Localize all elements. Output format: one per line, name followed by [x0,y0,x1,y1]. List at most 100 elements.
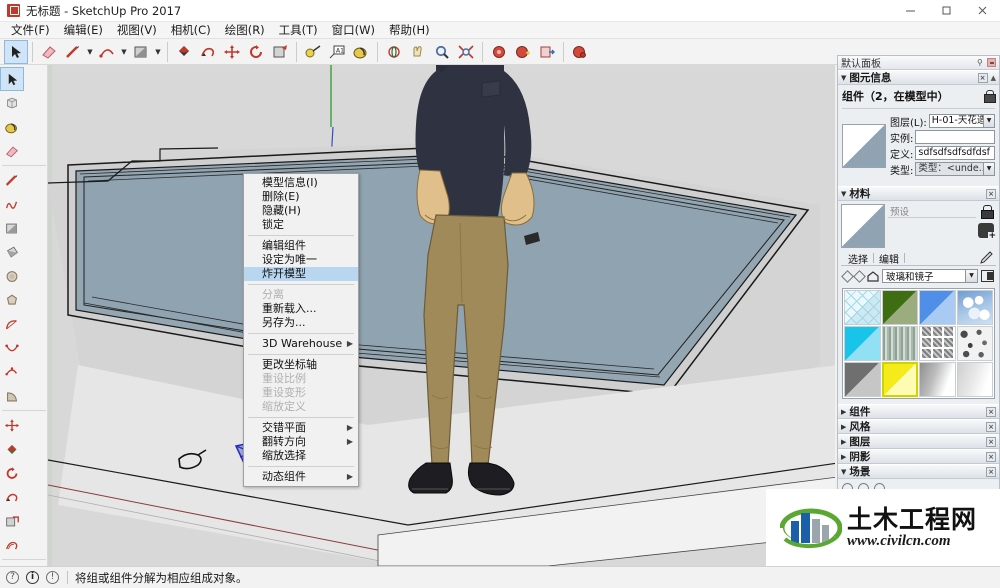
pushpull-tool[interactable] [172,40,196,64]
ctx-change-axes[interactable]: 更改坐标轴 [244,358,358,372]
orbit-tool[interactable] [382,40,406,64]
offset-icon[interactable] [0,533,24,557]
ctx-edit-component[interactable]: 编辑组件 [244,239,358,253]
scale-icon[interactable] [0,509,24,533]
chevron-down-icon[interactable]: ▼ [965,270,977,282]
swatch-cyan-glass[interactable] [844,326,881,361]
move-arrows-icon[interactable] [0,413,24,437]
paint-bucket-tool[interactable] [349,40,373,64]
select-tool[interactable] [4,39,28,64]
hand-pan-icon[interactable] [406,40,430,64]
close-icon[interactable]: × [986,421,996,432]
followme-tool[interactable] [196,40,220,64]
material-name-field[interactable]: 预设 [888,204,976,218]
close-icon[interactable]: × [986,406,996,417]
close-icon[interactable]: × [986,188,996,199]
home-icon[interactable] [867,270,879,282]
arc-tool[interactable] [95,40,119,64]
lock-icon[interactable] [984,90,996,103]
swatch-sky-clouds[interactable] [956,290,993,325]
section-shadows[interactable]: ▶ 阴影 × [838,449,999,464]
create-material-icon[interactable] [978,223,996,241]
ctx-flip-along[interactable]: 翻转方向 ▶ [244,435,358,449]
ctx-reload[interactable]: 重新载入... [244,302,358,316]
arc-icon[interactable] [0,312,24,336]
section-styles[interactable]: ▶ 风格 × [838,419,999,434]
two-point-arc-icon[interactable] [0,336,24,360]
rotated-rectangle-icon[interactable] [0,240,24,264]
scene-icon[interactable] [487,40,511,64]
swatch-silver-mirror[interactable] [919,362,956,397]
warning-circle-icon[interactable]: ! [46,571,59,584]
forward-icon[interactable] [853,269,866,283]
section-entity-info-header[interactable]: ▼ 图元信息 × ▲ [838,70,999,85]
ctx-model-info[interactable]: 模型信息(I) [244,176,358,190]
info-circle-icon[interactable]: i [26,571,39,584]
close-icon[interactable] [987,58,996,67]
rectangle-icon[interactable] [0,216,24,240]
magnifier-icon[interactable] [430,40,454,64]
line-tool[interactable] [61,40,85,64]
close-icon[interactable]: × [986,466,996,477]
swatch-block-glass[interactable] [919,326,956,361]
menu-tools[interactable]: 工具(T) [273,23,324,38]
swatch-grey-mirror[interactable] [844,362,881,397]
menu-help[interactable]: 帮助(H) [383,23,436,38]
rotate-tool[interactable] [244,40,268,64]
swatch-glass-grid[interactable] [844,290,881,325]
ctx-explode[interactable]: 炸开模型 [244,267,358,281]
tab-select[interactable]: 选择 [843,251,873,266]
ctx-lock[interactable]: 锁定 [244,218,358,232]
context-menu[interactable]: 模型信息(I) 删除(E) 隐藏(H) 锁定 编辑组件 设定为唯一 炸开模型 分… [243,173,359,487]
menu-file[interactable]: 文件(F) [5,23,56,38]
menu-draw[interactable]: 绘图(R) [219,23,271,38]
swatch-white-mirror[interactable] [956,362,993,397]
section-materials-header[interactable]: ▼ 材料 × [838,186,999,201]
eraser-tool[interactable] [0,139,24,163]
close-icon[interactable]: × [986,436,996,447]
menu-view[interactable]: 视图(V) [111,23,163,38]
line-tool-dropdown-chevron-down-icon[interactable]: ▼ [85,40,95,64]
warehouse-icon[interactable] [568,40,592,64]
circle-icon[interactable] [0,264,24,288]
rectangle-tool-dropdown-chevron-down-icon[interactable]: ▼ [153,40,163,64]
offset-tool[interactable] [268,40,292,64]
swatch-yellow-glass[interactable] [881,362,918,397]
rotate-icon[interactable] [0,461,24,485]
menu-window[interactable]: 窗口(W) [326,23,381,38]
eyedropper-icon[interactable] [977,251,993,265]
close-icon[interactable] [964,0,1000,22]
rectangle-tool[interactable] [129,40,153,64]
move-arrows-icon[interactable] [220,40,244,64]
chevron-up-icon[interactable]: ▲ [991,74,996,82]
menu-edit[interactable]: 编辑(E) [58,23,109,38]
eraser-tool[interactable] [37,40,61,64]
polygon-icon[interactable] [0,288,24,312]
swatch-speckled-glass[interactable] [956,326,993,361]
instance-field[interactable] [915,130,995,144]
tape-measure-tool[interactable] [301,40,325,64]
pushpull-icon[interactable] [0,437,24,461]
pencil-line-icon[interactable] [0,168,24,192]
close-icon[interactable]: × [977,72,988,83]
menu-camera[interactable]: 相机(C) [165,23,217,38]
layer-field[interactable]: H-01-天花造型 ▼ [928,114,995,128]
section-layers[interactable]: ▶ 图层 × [838,434,999,449]
details-icon[interactable] [981,270,994,282]
ctx-3d-warehouse[interactable]: 3D Warehouse ▶ [244,337,358,351]
material-library-select[interactable]: 玻璃和镜子 ▼ [882,269,978,283]
swatch-blue-glass[interactable] [919,290,956,325]
minimize-icon[interactable] [892,0,928,22]
section-components[interactable]: ▶ 组件 × [838,404,999,419]
section-plane-icon[interactable] [535,40,559,64]
component-cube-icon[interactable] [0,91,24,115]
freehand-icon[interactable] [0,192,24,216]
swatch-ribbed-glass[interactable] [881,326,918,361]
swatch-green-glass[interactable] [881,290,918,325]
ctx-zoom-selection[interactable]: 缩放选择 [244,449,358,463]
tab-edit[interactable]: 编辑 [874,251,904,266]
definition-field[interactable]: sdfsdfsdfsdfdsf [915,146,995,160]
chevron-down-icon[interactable]: ▼ [983,115,994,127]
close-icon[interactable]: × [986,451,996,462]
ctx-save-as[interactable]: 另存为... [244,316,358,330]
